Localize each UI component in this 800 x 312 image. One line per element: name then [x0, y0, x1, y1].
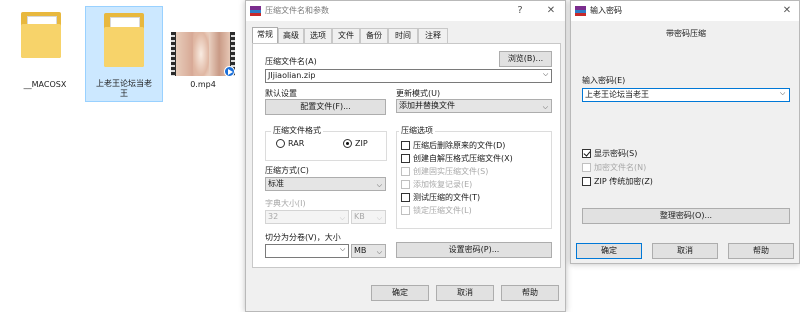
checkbox-recovery — [401, 180, 410, 189]
tab-backup[interactable]: 备份 — [360, 28, 388, 43]
defaults-label: 默认设置 — [265, 89, 297, 98]
checkbox-show-password[interactable] — [582, 149, 591, 158]
update-mode-label: 更新模式(U) — [396, 89, 441, 98]
password-help-button[interactable]: 帮助 — [728, 243, 794, 259]
update-mode-value: 添加并替换文件 — [399, 101, 455, 110]
radio-zip[interactable] — [343, 139, 352, 148]
password-input[interactable]: 上老王论坛当老王 — [582, 88, 790, 102]
split-volume-input[interactable] — [265, 244, 349, 258]
dict-unit-select: KB ⌵ — [351, 210, 386, 224]
chevron-down-icon: ⌵ — [376, 181, 382, 189]
tab-time[interactable]: 时间 — [388, 28, 418, 43]
tab-advanced[interactable]: 高级 — [278, 28, 304, 43]
checkbox-sfx[interactable] — [401, 154, 410, 163]
show-password-label: 显示密码(S) — [594, 149, 638, 158]
set-password-button[interactable]: 设置密码(P)... — [396, 242, 552, 258]
update-mode-select[interactable]: 添加并替换文件 ⌵ — [396, 99, 552, 113]
option-label: 创建固实压缩文件(S) — [413, 167, 489, 176]
chevron-down-icon[interactable]: ⌵ — [780, 89, 785, 98]
archive-name-label: 压缩文件名(A) — [265, 57, 317, 66]
tab-general[interactable]: 常规 — [252, 27, 278, 43]
split-unit-select[interactable]: MB ⌵ — [351, 244, 386, 258]
method-value: 标准 — [268, 179, 284, 188]
checkbox-test[interactable] — [401, 193, 410, 202]
radio-zip-label: ZIP — [355, 139, 368, 148]
folder-icon — [104, 11, 144, 67]
help-button[interactable]: 帮助 — [501, 285, 559, 301]
close-icon[interactable]: ✕ — [542, 3, 560, 19]
browse-button[interactable]: 浏览(B)... — [499, 51, 552, 67]
chevron-down-icon: ⌵ — [339, 214, 345, 222]
tab-files[interactable]: 文件 — [332, 28, 360, 43]
options-group-title: 压缩选项 — [399, 126, 435, 136]
tab-comment[interactable]: 注释 — [418, 28, 448, 43]
dict-size-label: 字典大小(I) — [265, 199, 306, 208]
checkbox-lock — [401, 206, 410, 215]
desktop-file-macosx[interactable]: __MACOSX — [12, 6, 78, 89]
format-group-title: 压缩文件格式 — [271, 126, 323, 136]
dict-unit-value: KB — [354, 212, 365, 221]
split-volume-label: 切分为分卷(V)，大小 — [265, 233, 341, 242]
checkbox-encrypt-names — [582, 163, 591, 172]
file-name-label: 上老王论坛当老 王 — [96, 79, 152, 98]
play-badge-icon — [224, 66, 235, 77]
organize-passwords-button[interactable]: 整理密码(O)... — [582, 208, 790, 224]
close-icon[interactable]: ✕ — [778, 3, 796, 19]
dialog-titlebar[interactable]: 压缩文件名和参数 ? ✕ — [246, 1, 565, 21]
help-title-button[interactable]: ? — [511, 3, 529, 19]
password-heading: 带密码压缩 — [666, 29, 706, 38]
password-dialog-title: 输入密码 — [590, 6, 622, 15]
radio-rar[interactable] — [276, 139, 285, 148]
split-unit-value: MB — [354, 246, 367, 255]
option-label: 测试压缩的文件(T) — [413, 193, 481, 202]
method-label: 压缩方式(C) — [265, 166, 309, 175]
checkbox-solid — [401, 167, 410, 176]
file-name-label: 0.mp4 — [190, 80, 216, 89]
option-label: 创建自解压格式压缩文件(X) — [413, 154, 513, 163]
archive-settings-dialog: 压缩文件名和参数 ? ✕ 常规 高级 选项 文件 备份 时间 注释 压缩文件名(… — [245, 0, 566, 312]
chevron-down-icon[interactable]: ⌵ — [543, 70, 548, 79]
dialog-title: 压缩文件名和参数 — [265, 6, 329, 15]
profiles-button[interactable]: 配置文件(F)... — [265, 99, 386, 115]
winrar-icon — [575, 6, 586, 16]
option-label: 锁定压缩文件(L) — [413, 206, 472, 215]
password-ok-button[interactable]: 确定 — [576, 243, 642, 259]
winrar-icon — [250, 6, 261, 16]
archive-name-input[interactable]: JIjiaolian.zip — [265, 69, 552, 83]
tab-options[interactable]: 选项 — [304, 28, 332, 43]
chevron-down-icon: ⌵ — [376, 248, 382, 256]
checkbox-delete-after[interactable] — [401, 141, 410, 150]
folder-icon — [21, 10, 61, 58]
file-name-label: __MACOSX — [23, 80, 67, 89]
dict-size-value: 32 — [268, 212, 279, 221]
zip-legacy-label: ZIP 传统加密(Z) — [594, 177, 653, 186]
password-dialog: 输入密码 ✕ 带密码压缩 输入密码(E) 上老王论坛当老王 ⌵ 显示密码(S) … — [570, 0, 800, 264]
chevron-down-icon: ⌵ — [376, 214, 382, 222]
password-input-label: 输入密码(E) — [582, 76, 626, 85]
dict-size-select: 32 ⌵ — [265, 210, 349, 224]
checkbox-zip-legacy[interactable] — [582, 177, 591, 186]
chevron-down-icon: ⌵ — [542, 103, 548, 111]
password-cancel-button[interactable]: 取消 — [652, 243, 718, 259]
ok-button[interactable]: 确定 — [371, 285, 429, 301]
password-titlebar[interactable]: 输入密码 ✕ — [571, 1, 799, 21]
option-label: 添加恢复记录(E) — [413, 180, 473, 189]
cancel-button[interactable]: 取消 — [436, 285, 494, 301]
radio-rar-label: RAR — [288, 139, 305, 148]
desktop-file-video[interactable]: 0.mp4 — [166, 6, 240, 100]
encrypt-names-label: 加密文件名(N) — [594, 163, 647, 172]
method-select[interactable]: 标准 ⌵ — [265, 177, 386, 191]
desktop-file-folder-selected[interactable]: 上老王论坛当老 王 — [85, 6, 163, 102]
option-label: 压缩后删除原来的文件(D) — [413, 141, 506, 150]
chevron-down-icon[interactable]: ⌵ — [340, 245, 345, 254]
